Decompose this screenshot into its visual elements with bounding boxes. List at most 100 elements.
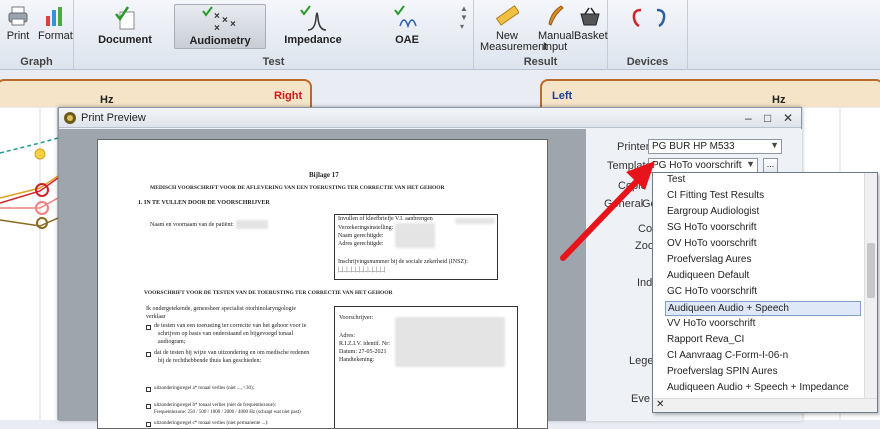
browse-label: ... (766, 159, 775, 169)
devices-group-label: Devices (626, 56, 669, 68)
left-ear-title: Left (552, 90, 573, 102)
template-option[interactable]: VV HoTo voorschrift (665, 317, 861, 332)
prescriber-line: Adres: (339, 333, 355, 339)
template-select[interactable]: PG HoTo voorschrift ▼ (648, 158, 758, 173)
chevron-down-icon: ▼ (770, 140, 779, 150)
ruler-icon (495, 5, 519, 26)
side-label: Eve (631, 393, 650, 405)
result-group-label: Result (523, 56, 558, 68)
box-line: Inschrijvingsnummer bij de sociale zeker… (338, 259, 468, 265)
format-button[interactable]: Format (38, 4, 73, 42)
doc-line: Ik ondergetekende, geneesheer specialist… (146, 306, 297, 312)
template-option-highlighted[interactable]: Audiqueen Audio + Speech (665, 301, 861, 316)
left-hz-label: Hz (772, 94, 786, 106)
minimize-button[interactable]: – (745, 111, 752, 125)
right-hz-label: Hz (100, 94, 114, 106)
template-option[interactable]: CI Aanvraag C-Form-I-06-n (665, 349, 861, 364)
print-label: Print (6, 30, 30, 42)
document-check-icon (115, 6, 135, 30)
doc-line: audiogram; (158, 339, 186, 345)
redacted-address (395, 223, 435, 248)
doc-header: Bijlage 17 (309, 171, 339, 179)
audiometry-label: Audiometry (189, 35, 251, 47)
audiometry-button[interactable]: × × × × Audiometry (174, 4, 266, 49)
ribbon-scroll-arrows[interactable]: ▲ ▼ ▾ (460, 4, 468, 31)
redacted-field (455, 218, 495, 224)
template-value: PG HoTo voorschrift (652, 160, 742, 171)
bar-chart-icon (46, 7, 62, 26)
box-line: Adres gerechtigde: (338, 241, 384, 247)
doc-checkbox (146, 352, 151, 357)
audiogram-curves (0, 108, 59, 420)
right-ear-panel-header: Right (0, 79, 312, 107)
template-option[interactable]: Eargroup Audiologist (665, 205, 861, 220)
tympanogram-icon (300, 5, 327, 31)
copies-label: Copie (618, 180, 647, 192)
audiogram-marker (34, 148, 46, 160)
audiogram-icon: × × ×× (202, 6, 236, 33)
doc-checkbox (146, 387, 151, 392)
template-option[interactable]: Proefverslag Aures (665, 253, 861, 268)
doc-title: MEDISCH VOORSCHRIFT VOOR DE AFLEVERING V… (150, 185, 445, 191)
doc-section2: VOORSCHRIFT VOOR DE TESTEN VAN DE TOERUS… (144, 290, 393, 296)
ears-icon (632, 8, 666, 28)
doc-line: uitzonderingsregel a* tonaal verlies (ni… (154, 386, 255, 391)
doc-line: bij de rechthebbende thuis kan geschiede… (158, 358, 262, 364)
app-logo-icon (64, 112, 76, 124)
template-dropdown-list[interactable]: Test CI Fitting Test Results Eargroup Au… (652, 172, 878, 413)
dropdown-scrollbar[interactable] (864, 173, 877, 412)
redacted-prescriber (395, 317, 505, 367)
svg-text:×: × (214, 23, 220, 33)
oae-button[interactable]: OAE (374, 4, 440, 46)
basket-icon (580, 7, 600, 26)
doc-line: Frequentiezone: 250 / 500 / 1000 / 2000 … (154, 410, 301, 415)
impedance-button[interactable]: Impedance (280, 4, 346, 46)
maximize-button[interactable]: □ (764, 111, 771, 125)
preview-canvas[interactable]: Bijlage 17 MEDISCH VOORSCHRIFT VOOR DE A… (59, 129, 586, 429)
template-option[interactable]: Audiqueen Default (665, 269, 861, 284)
oae-icon (394, 5, 417, 29)
scrollbar-thumb[interactable] (867, 243, 875, 298)
dropdown-footer: ✕ (653, 398, 877, 412)
template-option[interactable]: Rapport Reva_CI (665, 333, 861, 348)
devices-button[interactable] (624, 4, 674, 35)
template-option[interactable]: Audiqueen Audio + Speech + Impedance (665, 381, 861, 396)
doc-line: verklaar (146, 314, 166, 320)
template-option[interactable]: Test (665, 173, 861, 188)
doc-line: schrijven op basis van onderstaand en bi… (158, 331, 294, 337)
prescriber-line: Voorschrijver: (339, 315, 374, 321)
close-button[interactable]: ✕ (783, 111, 793, 125)
template-option[interactable]: Proefverslag SPIN Aures (665, 365, 861, 380)
ribbon-group-test: Document × × × × Audiometry Impedance OAE ▲… (74, 0, 474, 70)
ribbon-group-devices: Devices (608, 0, 688, 70)
basket-button[interactable]: Basket (574, 4, 608, 42)
impedance-label: Impedance (284, 34, 342, 46)
printer-select[interactable]: PG BUR HP M533 ▼ (648, 139, 782, 154)
template-option[interactable]: GC HoTo voorschrift (665, 285, 861, 300)
print-button[interactable]: Print (4, 4, 32, 42)
doc-line: uitzonderingsregel c* tonaal verlies (ni… (154, 421, 269, 426)
right-audiogram-graph[interactable] (0, 108, 59, 420)
template-option[interactable]: OV HoTo voorschrift (665, 237, 861, 252)
doc-line: de testen van een toerusting ter correct… (154, 323, 307, 329)
doc-checkbox (146, 422, 151, 427)
template-option[interactable]: CI Fitting Test Results (665, 189, 861, 204)
svg-text:×: × (230, 19, 236, 30)
doc-name-label: Naam en voornaam van de patiënt: (150, 222, 234, 228)
box-line: Naam gerechtigde: (338, 233, 384, 239)
template-option[interactable]: SG HoTo voorschrift (665, 221, 861, 236)
svg-text:×: × (214, 11, 220, 22)
box-line: Invullen of kleefbriefje V.I. aanbrengen (338, 216, 433, 222)
doc-line: dat de testen bij wijze van uitzondering… (154, 350, 310, 356)
box-line: |_|_|_|_|_|_|_|_|_|_|_| (338, 267, 386, 273)
tab-general[interactable]: General (604, 198, 643, 210)
ribbon-group-result: New Measurement Manual Input Basket Resu… (474, 0, 608, 70)
svg-text:×: × (222, 15, 228, 26)
new-measurement-button[interactable]: New Measurement (480, 4, 547, 53)
manual-input-button[interactable]: Manual Input (538, 4, 574, 53)
prescriber-line: Handtekening: (339, 357, 375, 363)
template-browse-button[interactable]: ... (763, 158, 778, 173)
quill-icon (548, 5, 564, 26)
document-button[interactable]: Document (90, 4, 160, 46)
close-icon[interactable]: ✕ (656, 399, 664, 410)
